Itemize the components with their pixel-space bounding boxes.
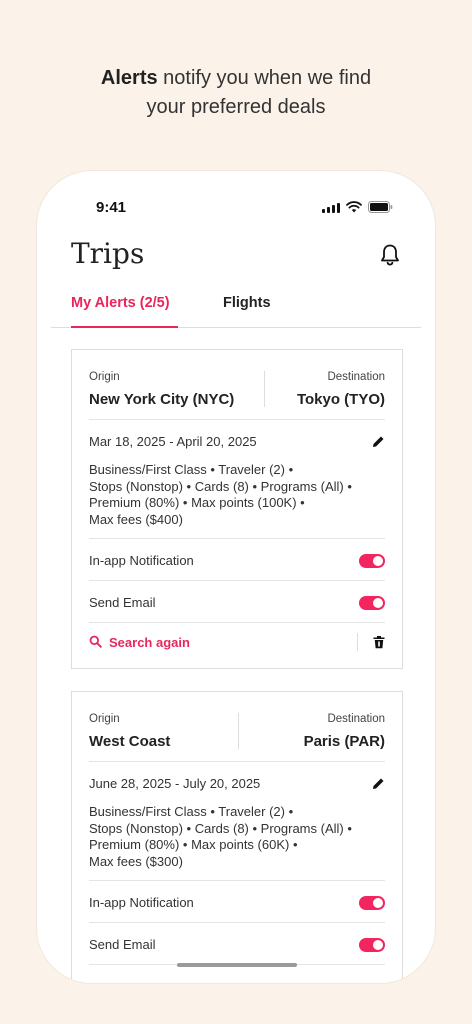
route-section: Origin New York City (NYC) Destination T… <box>89 350 385 420</box>
search-again-button[interactable]: Search again <box>109 635 190 650</box>
destination-value: Tokyo (TYO) <box>296 391 385 408</box>
send-email-toggle[interactable] <box>359 938 385 952</box>
filter-line: Premium (80%) • Max points (60K) • <box>89 837 298 852</box>
phone-frame: 9:41 Trips My Alerts (2/5) Flights Origi… <box>36 170 436 984</box>
promo-headline-rest: notify you when we find <box>157 67 372 89</box>
alert-card: Origin New York City (NYC) Destination T… <box>71 349 403 669</box>
route-divider <box>238 713 239 749</box>
wifi-icon <box>346 201 362 213</box>
filter-line: Business/First Class • Traveler (2) • <box>89 462 294 477</box>
origin-label: Origin <box>89 371 120 383</box>
alert-filters: Business/First Class • Traveler (2) • St… <box>89 462 385 539</box>
toggle-knob <box>373 598 383 608</box>
destination-label: Destination <box>327 371 385 383</box>
tab-flights[interactable]: Flights <box>223 295 271 311</box>
send-email-label: Send Email <box>89 595 156 610</box>
tab-my-alerts[interactable]: My Alerts (2/5) <box>71 295 170 311</box>
in-app-notification-toggle[interactable] <box>359 554 385 568</box>
in-app-notification-row: In-app Notification <box>89 881 385 923</box>
action-divider <box>357 633 358 651</box>
origin-value: West Coast <box>89 733 171 750</box>
filter-line: Stops (Nonstop) • Cards (8) • Programs (… <box>89 820 352 836</box>
home-indicator[interactable] <box>177 963 297 967</box>
toggle-knob <box>373 556 383 566</box>
promo-headline-line1: Alerts notify you when we find <box>0 64 472 93</box>
battery-icon <box>368 201 393 213</box>
alert-filters: Business/First Class • Traveler (2) • St… <box>89 804 385 881</box>
status-time: 9:41 <box>96 199 127 216</box>
in-app-notification-row: In-app Notification <box>89 539 385 581</box>
date-range: June 28, 2025 - July 20, 2025 <box>89 776 261 791</box>
filter-line: Stops (Nonstop) • Cards (8) • Programs (… <box>89 478 352 494</box>
in-app-notification-toggle[interactable] <box>359 896 385 910</box>
tab-bar: My Alerts (2/5) Flights <box>51 283 421 328</box>
alert-actions: Search again <box>89 623 385 663</box>
filter-line: Max fees ($400) <box>89 511 183 527</box>
alert-card: Origin West Coast Destination Paris (PAR… <box>71 691 403 983</box>
in-app-notification-label: In-app Notification <box>89 895 194 910</box>
date-range: Mar 18, 2025 - April 20, 2025 <box>89 434 257 449</box>
promo-headline: Alerts notify you when we find your pref… <box>0 64 472 122</box>
status-icons <box>322 201 393 213</box>
date-range-row: Mar 18, 2025 - April 20, 2025 <box>89 420 385 462</box>
promo-headline-bold: Alerts <box>100 67 158 89</box>
filter-line: Business/First Class • Traveler (2) • <box>89 804 294 819</box>
date-range-row: June 28, 2025 - July 20, 2025 <box>89 762 385 804</box>
status-bar: 9:41 <box>37 199 435 219</box>
filter-line: Max fees ($300) <box>89 853 183 869</box>
send-email-row: Send Email <box>89 581 385 623</box>
bell-icon[interactable] <box>379 243 401 267</box>
promo-headline-line2: your preferred deals <box>146 96 326 118</box>
pencil-icon[interactable] <box>372 435 385 448</box>
cellular-signal-icon <box>322 203 340 213</box>
toggle-knob <box>373 898 383 908</box>
origin-value: New York City (NYC) <box>89 391 235 408</box>
send-email-toggle[interactable] <box>359 596 385 610</box>
send-email-label: Send Email <box>89 937 156 952</box>
active-tab-indicator <box>71 326 178 328</box>
filter-line: Premium (80%) • Max points (100K) • <box>89 495 305 510</box>
trash-icon[interactable] <box>373 635 385 649</box>
destination-value: Paris (PAR) <box>303 733 385 750</box>
destination-label: Destination <box>327 713 385 725</box>
in-app-notification-label: In-app Notification <box>89 553 194 568</box>
send-email-row: Send Email <box>89 923 385 965</box>
pencil-icon[interactable] <box>372 777 385 790</box>
origin-label: Origin <box>89 713 120 725</box>
search-icon[interactable] <box>89 635 102 648</box>
page-title: Trips <box>71 237 145 270</box>
route-divider <box>264 371 265 407</box>
toggle-knob <box>373 940 383 950</box>
route-section: Origin West Coast Destination Paris (PAR… <box>89 692 385 762</box>
